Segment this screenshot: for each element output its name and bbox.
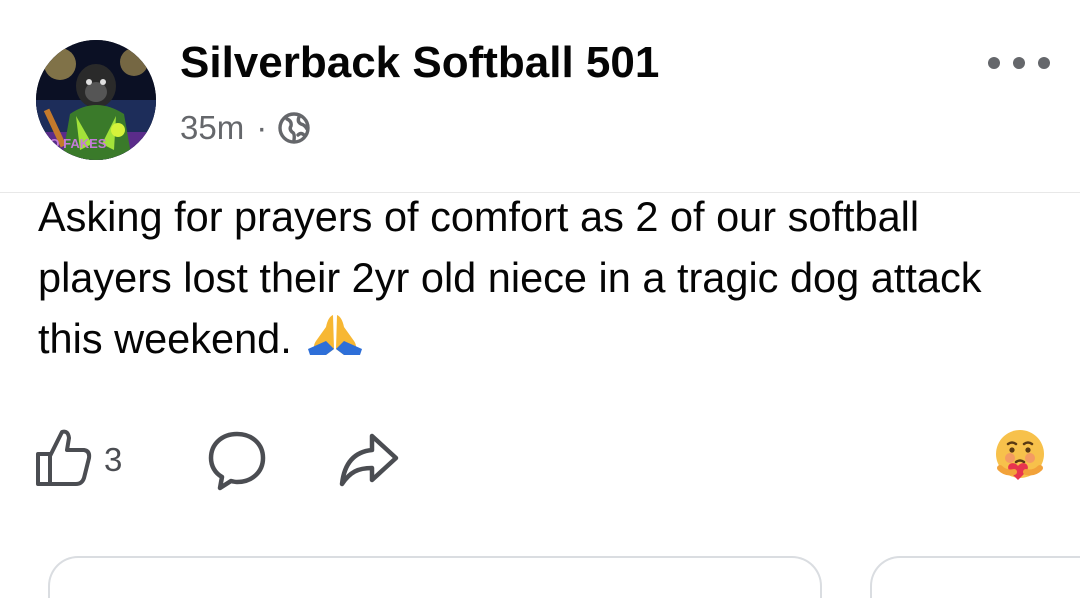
like-button[interactable]: 3 [34, 426, 122, 493]
more-dot [988, 57, 1000, 69]
timestamp[interactable]: 35m [180, 109, 244, 147]
avatar[interactable]: NO FAKES [36, 40, 156, 160]
globe-icon [277, 111, 311, 145]
share-icon [339, 433, 399, 487]
page-name[interactable]: Silverback Softball 501 [180, 38, 659, 88]
post-card: NO FAKES Silverback Softball 501 35m · A… [0, 0, 1080, 598]
comment-bar-edge [0, 552, 1080, 598]
more-dot [1038, 57, 1050, 69]
more-dot [1013, 57, 1025, 69]
folded-hands-emoji [306, 311, 364, 357]
comment-icon [208, 431, 266, 491]
care-emoji[interactable] [992, 428, 1048, 484]
post-meta: 35m · [180, 104, 311, 152]
gorilla-logo-icon: NO FAKES [36, 40, 156, 160]
avatar-text: NO FAKES [40, 136, 107, 151]
share-button[interactable] [338, 430, 400, 497]
post-header: NO FAKES Silverback Softball 501 35m · [0, 0, 1080, 193]
comment-button[interactable] [206, 430, 268, 497]
thumbs-up-icon [34, 426, 92, 493]
secondary-pill[interactable] [870, 556, 1080, 598]
post-text: Asking for prayers of comfort as 2 of ou… [38, 186, 1048, 369]
comment-input-pill[interactable] [48, 556, 822, 598]
meta-separator: · [256, 109, 268, 146]
like-count: 3 [104, 440, 123, 478]
action-bar: 3 [0, 420, 1080, 500]
post-body: Asking for prayers of comfort as 2 of ou… [38, 193, 982, 362]
more-options-icon[interactable] [988, 48, 1050, 78]
